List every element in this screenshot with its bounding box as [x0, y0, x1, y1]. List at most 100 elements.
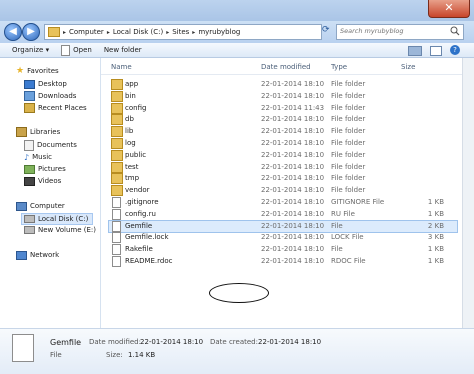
nav-network[interactable]: Network: [16, 250, 59, 260]
file-name: vendor: [125, 186, 150, 195]
nav-libraries[interactable]: Libraries: [16, 127, 60, 137]
file-row[interactable]: app 22-01-2014 18:10 File folder: [101, 78, 462, 90]
help-icon[interactable]: ?: [450, 45, 460, 55]
file-size: 1 KB: [427, 245, 444, 254]
nav-desktop[interactable]: Desktop: [24, 79, 67, 89]
file-name: Gemfile: [125, 221, 153, 230]
file-row[interactable]: tmp 22-01-2014 18:10 File folder: [101, 172, 462, 185]
nav-favorites[interactable]: ★ Favorites: [16, 66, 59, 76]
nav-local-disk[interactable]: Local Disk (C:): [21, 213, 93, 225]
nav-recent-places[interactable]: Recent Places: [24, 103, 87, 113]
refresh-button[interactable]: ⟳: [322, 25, 333, 37]
file-date: 22-01-2014 18:10: [261, 245, 325, 254]
file-size: 2 KB: [427, 221, 444, 230]
file-type: File folder: [331, 115, 366, 124]
file-row[interactable]: vendor 22-01-2014 18:10 File folder: [101, 184, 462, 197]
details-size-label: Size:: [106, 351, 123, 359]
file-row[interactable]: config.ru 22-01-2014 18:10 RU File 1 KB: [101, 208, 462, 220]
file-size: 1 KB: [427, 198, 444, 206]
address-bar[interactable]: ▸ Computer ▸ Local Disk (C:) ▸ Sites ▸ m…: [44, 24, 322, 40]
file-type: File folder: [331, 127, 366, 136]
drive-icon: [24, 226, 35, 234]
breadcrumb-myrubyblog[interactable]: myrubyblog: [196, 28, 242, 36]
nav-music[interactable]: ♪ Music: [24, 152, 52, 162]
drive-icon: [24, 215, 35, 223]
file-row[interactable]: bin 22-01-2014 18:10 File folder: [101, 90, 462, 102]
computer-icon: [16, 201, 27, 211]
file-row[interactable]: .gitignore 22-01-2014 18:10 GITIGNORE File…: [101, 196, 462, 208]
nav-new-volume[interactable]: New Volume (E:): [24, 225, 96, 235]
music-icon: ♪: [24, 152, 30, 162]
file-row[interactable]: Gemfile.lock 22-01-2014 18:10 LOCK File 3 K…: [101, 231, 462, 244]
file-type: GITIGNORE File: [331, 198, 385, 206]
highlight-circle: [209, 283, 269, 303]
view-options-icon[interactable]: [408, 46, 422, 56]
nav-label: Favorites: [27, 67, 59, 75]
search-icon: [450, 26, 460, 36]
details-created-value: 22-01-2014 18:10: [258, 338, 322, 346]
star-icon: ★: [16, 66, 25, 76]
file-row[interactable]: lib 22-01-2014 18:10 File folder: [101, 125, 462, 138]
nav-label: Local Disk (C:): [38, 215, 89, 223]
vertical-scrollbar[interactable]: [462, 58, 474, 328]
column-header-size[interactable]: Size: [401, 63, 415, 71]
file-row[interactable]: db 22-01-2014 18:10 File folder: [101, 113, 462, 126]
breadcrumb-local-disk[interactable]: Local Disk (C:): [111, 28, 165, 36]
folder-icon: [111, 149, 123, 161]
file-type: File folder: [331, 139, 366, 147]
preview-pane-icon[interactable]: [430, 46, 442, 56]
file-name: db: [125, 115, 134, 124]
file-date: 22-01-2014 18:10: [261, 174, 325, 183]
back-button[interactable]: ◀: [4, 23, 22, 41]
file-row[interactable]: public 22-01-2014 18:10 File folder: [101, 149, 462, 161]
pictures-icon: [24, 164, 35, 174]
details-file-kind: File: [50, 351, 62, 359]
search-box[interactable]: [336, 24, 464, 40]
details-file-name: Gemfile: [50, 338, 82, 347]
nav-label: Network: [30, 251, 60, 259]
folder-icon: [111, 126, 123, 138]
file-row[interactable]: config 22-01-2014 11:43 File folder: [101, 102, 462, 114]
organize-menu[interactable]: Organize ▾: [12, 46, 49, 54]
file-name: lib: [125, 127, 134, 136]
search-input[interactable]: [337, 25, 447, 37]
file-date: 22-01-2014 18:10: [261, 162, 325, 171]
file-date: 22-01-2014 18:10: [261, 233, 325, 242]
nav-label: New Volume (E:): [38, 226, 96, 234]
file-type: RU File: [331, 209, 355, 218]
file-row[interactable]: Gemfile 22-01-2014 18:10 File 2 KB: [101, 219, 462, 233]
file-row[interactable]: Rakefile 22-01-2014 18:10 File 1 KB: [101, 243, 462, 256]
file-name: bin: [125, 91, 136, 100]
navigation-pane: ★ Favorites Desktop Downloads Recent Pla…: [0, 58, 101, 328]
nav-videos[interactable]: Videos: [24, 176, 61, 186]
column-header-date[interactable]: Date modified: [261, 63, 311, 71]
folder-icon: [111, 114, 123, 126]
nav-documents[interactable]: Documents: [24, 139, 77, 151]
file-date: 22-01-2014 18:10: [261, 91, 325, 100]
file-row[interactable]: test 22-01-2014 18:10 File folder: [101, 161, 462, 173]
column-header-name[interactable]: Name: [111, 63, 132, 71]
nav-label: Recent Places: [38, 104, 87, 112]
file-size: 1 KB: [427, 209, 444, 218]
file-type: LOCK File: [331, 233, 364, 242]
network-icon: [16, 250, 27, 260]
new-folder-button[interactable]: New folder: [104, 46, 142, 54]
file-name: tmp: [125, 174, 140, 183]
file-row[interactable]: README.rdoc 22-01-2014 18:10 RDOC File 1 KB: [101, 255, 462, 267]
nav-label: Desktop: [38, 80, 67, 88]
file-type: File folder: [331, 103, 366, 112]
breadcrumb-computer[interactable]: Computer: [67, 28, 106, 36]
folder-icon: [111, 102, 123, 114]
nav-pictures[interactable]: Pictures: [24, 164, 66, 174]
navigation-bar: ◀ ▶ ▸ Computer ▸ Local Disk (C:) ▸ Sites…: [0, 21, 474, 43]
nav-downloads[interactable]: Downloads: [24, 91, 76, 101]
column-header-type[interactable]: Type: [331, 63, 347, 71]
close-button[interactable]: ✕: [428, 0, 470, 18]
file-row[interactable]: log 22-01-2014 18:10 File folder: [101, 137, 462, 149]
nav-computer[interactable]: Computer: [16, 201, 65, 211]
breadcrumb-sites[interactable]: Sites: [170, 28, 191, 36]
forward-button[interactable]: ▶: [22, 23, 40, 41]
file-name: Rakefile: [125, 245, 153, 254]
open-button[interactable]: Open: [61, 44, 92, 56]
folder-icon: [111, 161, 123, 173]
